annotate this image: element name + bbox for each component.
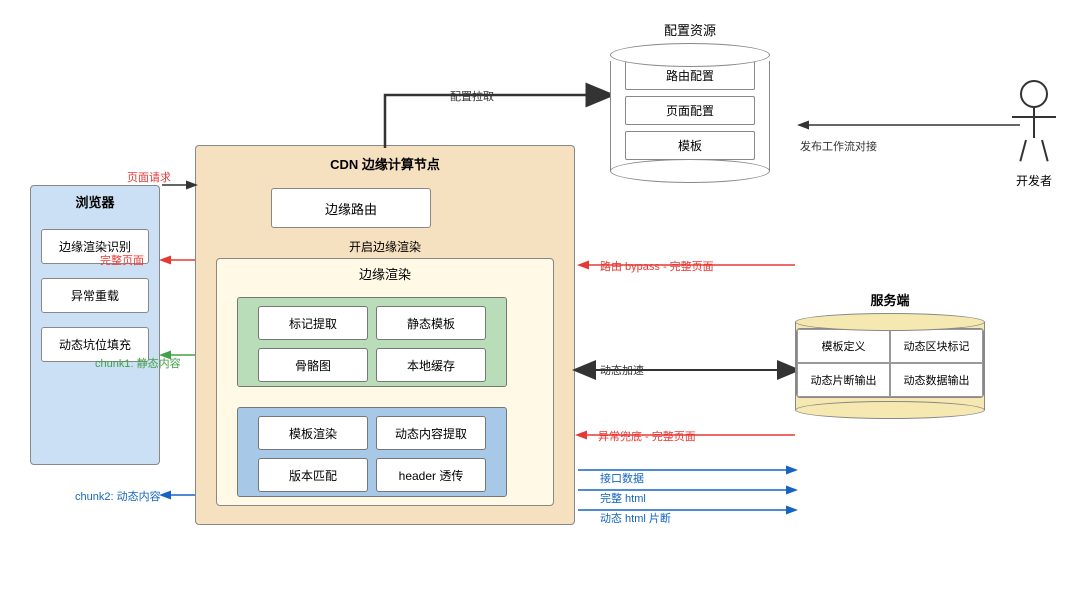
cylinder-body: 路由配置 页面配置 模板 (610, 61, 770, 171)
server-grid: 模板定义 动态区块标记 动态片断输出 动态数据输出 (796, 328, 984, 398)
server-box: 服务端 模板定义 动态区块标记 动态片断输出 动态数据输出 (795, 290, 985, 419)
server-cell-dynamic-output: 动态片断输出 (797, 363, 890, 397)
dynamic-item-tpl-render: 模板渲染 (258, 416, 368, 450)
diagram: 浏览器 边缘渲染识别 异常重载 动态坑位填充 CDN 边缘计算节点 边缘路由 开… (0, 0, 1080, 614)
label-page-request: 页面请求 (127, 169, 171, 185)
dynamic-item-version-match: 版本匹配 (258, 458, 368, 492)
dynamic-group: 模板渲染 动态内容提取 版本匹配 header 透传 (237, 407, 507, 497)
server-cylinder-top (795, 313, 985, 331)
server-cell-dynamic-block: 动态区块标记 (890, 329, 983, 363)
server-cell-dynamic-data: 动态数据输出 (890, 363, 983, 397)
browser-title: 浏览器 (31, 186, 159, 215)
server-cylinder-body: 模板定义 动态区块标记 动态片断输出 动态数据输出 (795, 322, 985, 410)
config-title: 配置资源 (610, 20, 770, 39)
server-cell-tpl-def: 模板定义 (797, 329, 890, 363)
static-group: 标记提取 静态模板 骨骼图 本地缓存 (237, 297, 507, 387)
static-item-static-tpl: 静态模板 (376, 306, 486, 340)
label-interface-data: 接口数据 (600, 470, 644, 486)
developer-label: 开发者 (1016, 172, 1052, 189)
config-resource: 配置资源 路由配置 页面配置 模板 (610, 20, 770, 183)
dynamic-item-dynamic-extract: 动态内容提取 (376, 416, 486, 450)
edge-routing-label: 边缘路由 (325, 199, 377, 218)
label-full-page: 完整页面 (100, 252, 144, 268)
static-item-tag-extract: 标记提取 (258, 306, 368, 340)
label-chunk2: chunk2: 动态内容 (75, 488, 161, 504)
cdn-box: CDN 边缘计算节点 边缘路由 开启边缘渲染 边缘渲染 标记提取 静态模板 骨骼… (195, 145, 575, 525)
edge-render-title: 边缘渲染 (217, 259, 553, 288)
edge-routing-box: 边缘路由 (271, 188, 431, 228)
label-dynamic-html: 动态 html 片断 (600, 510, 671, 526)
label-route-bypass: 路由 bypass - 完整页面 (600, 258, 714, 274)
cylinder-bottom (610, 159, 770, 183)
label-publish-flow: 发布工作流对接 (800, 138, 877, 154)
browser-box: 浏览器 边缘渲染识别 异常重载 动态坑位填充 (30, 185, 160, 465)
edge-render-outer: 边缘渲染 标记提取 静态模板 骨骼图 本地缓存 模板渲染 动态内容提取 版本匹配… (216, 258, 554, 506)
label-error-fallback: 异常兜底 - 完整页面 (598, 428, 696, 444)
developer-figure: 开发者 (1016, 80, 1052, 189)
label-chunk1: chunk1: 静态内容 (95, 355, 181, 371)
config-item-template: 模板 (625, 131, 755, 160)
browser-item-error-reload: 异常重载 (41, 278, 149, 313)
edge-render-open-label: 开启边缘渲染 (196, 238, 574, 255)
label-config-fetch: 配置拉取 (450, 88, 494, 104)
cdn-title: CDN 边缘计算节点 (196, 146, 574, 177)
dev-head (1020, 80, 1048, 108)
label-dynamic-accel: 动态加速 (600, 362, 644, 378)
label-full-html: 完整 html (600, 490, 646, 506)
static-item-local-cache: 本地缓存 (376, 348, 486, 382)
static-item-skeleton: 骨骼图 (258, 348, 368, 382)
config-item-page: 页面配置 (625, 96, 755, 125)
server-title: 服务端 (795, 290, 985, 309)
server-cylinder-bottom (795, 401, 985, 419)
dynamic-item-header-pass: header 透传 (376, 458, 486, 492)
cylinder-top (610, 43, 770, 67)
